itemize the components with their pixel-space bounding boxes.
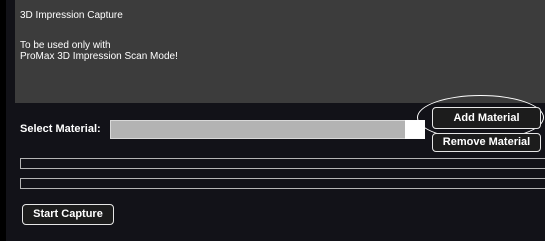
info-note-line-1: To be used only with: [20, 40, 111, 51]
progress-bar-2: [20, 178, 545, 189]
info-note-line-2: ProMax 3D Impression Scan Mode!: [20, 51, 178, 62]
progress-bar-1: [20, 158, 545, 169]
material-dropdown-button[interactable]: [405, 120, 425, 139]
select-material-label: Select Material:: [20, 123, 101, 135]
material-select-value: [111, 121, 405, 125]
info-title: 3D Impression Capture: [20, 10, 123, 21]
start-capture-button[interactable]: Start Capture: [22, 204, 114, 225]
info-panel: 3D Impression Capture To be used only wi…: [15, 0, 545, 103]
remove-material-button[interactable]: Remove Material: [432, 133, 541, 152]
material-select[interactable]: [110, 120, 406, 139]
add-material-button[interactable]: Add Material: [432, 107, 541, 129]
